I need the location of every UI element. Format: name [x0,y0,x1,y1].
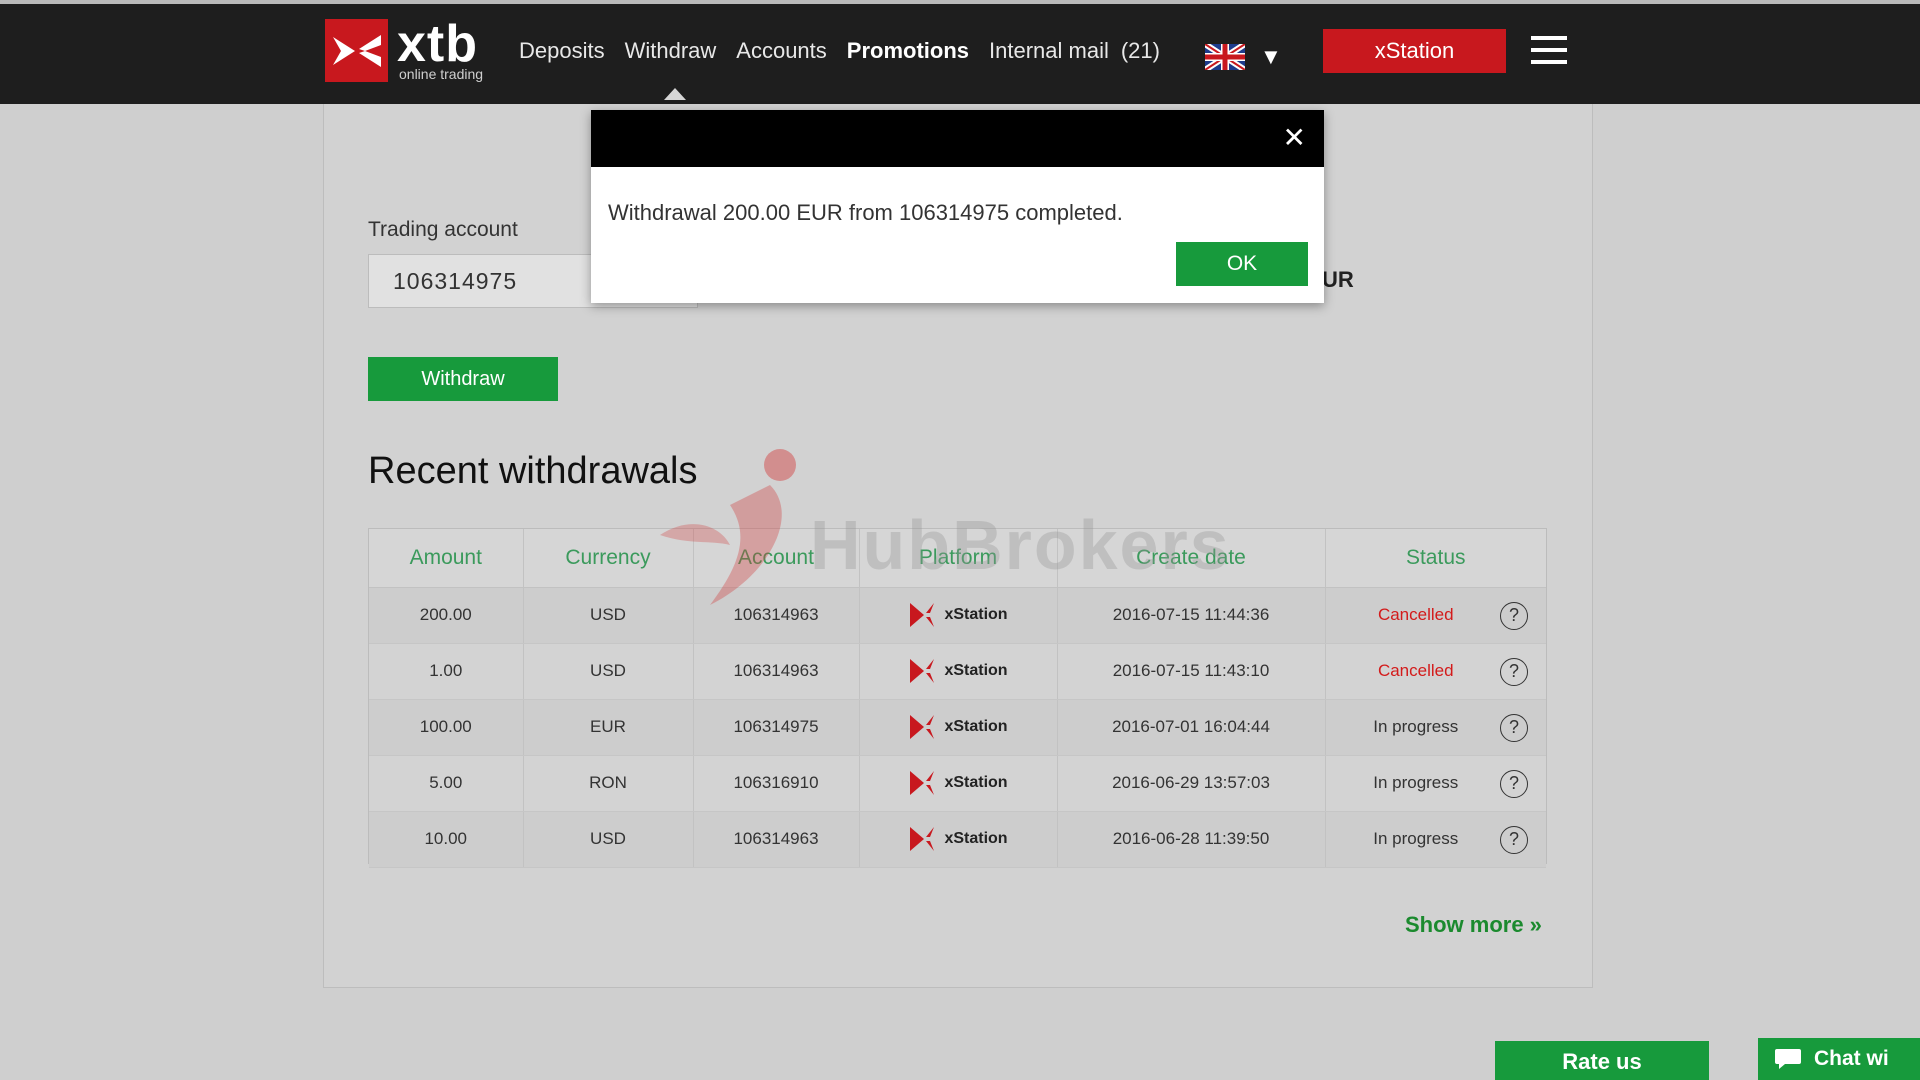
platform-cell: xStation [859,811,1058,868]
currency-suffix: UR [1322,267,1354,292]
xstation-logo-icon [910,827,935,851]
platform-name: xStation [944,662,1008,679]
platform-cell: xStation [859,587,1058,644]
col-currency: Currency [523,529,694,588]
col-create-date: Create date [1057,529,1326,588]
help-icon[interactable]: ? [1500,825,1528,854]
table-row: 1.00 USD 106314963 xStation 2016-07-15 1… [369,643,1546,700]
help-icon[interactable]: ? [1500,657,1528,686]
top-navbar: xtb online trading Deposits Withdraw Acc… [0,4,1920,104]
status-text: In progress [1373,773,1459,792]
table-row: 200.00 USD 106314963 xStation 2016-07-15… [369,587,1546,644]
hamburger-menu-icon[interactable] [1531,36,1567,70]
amount-cell: 10.00 [369,811,524,868]
account-cell: 106314963 [693,811,860,868]
currency-cell: USD [523,587,694,644]
account-cell: 106316910 [693,755,860,812]
withdraw-button[interactable]: Withdraw [368,357,558,401]
platform-cell: xStation [859,755,1058,812]
table-row: 5.00 RON 106316910 xStation 2016-06-29 1… [369,755,1546,812]
table-row: 100.00 EUR 106314975 xStation 2016-07-01… [369,699,1546,756]
status-cell: In progress ? [1325,811,1546,868]
account-cell: 106314975 [693,699,860,756]
withdrawals-table: Amount Currency Account Platform Create … [368,528,1547,868]
xtb-logo-icon[interactable] [325,19,388,82]
xstation-logo-icon [910,771,935,795]
help-icon[interactable]: ? [1500,769,1528,798]
date-cell: 2016-07-01 16:04:44 [1057,699,1326,756]
logo-x-mark-icon [332,34,381,67]
uk-flag-icon[interactable] [1205,44,1245,70]
chat-button[interactable]: Chat wi [1758,1038,1920,1080]
nav-promotions[interactable]: Promotions [847,38,969,64]
table-header-row: Amount Currency Account Platform Create … [369,529,1546,588]
language-dropdown-icon[interactable]: ▼ [1260,44,1282,70]
amount-cell: 1.00 [369,643,524,700]
xstation-logo-icon [910,659,935,683]
nav-withdraw[interactable]: Withdraw [625,38,717,64]
chat-label: Chat wi [1814,1047,1889,1070]
status-cell: In progress ? [1325,755,1546,812]
ok-button[interactable]: OK [1176,242,1308,286]
col-status: Status [1325,529,1546,588]
col-amount: Amount [369,529,524,588]
date-cell: 2016-06-29 13:57:03 [1057,755,1326,812]
currency-cell: EUR [523,699,694,756]
help-icon[interactable]: ? [1500,601,1528,630]
platform-cell: xStation [859,643,1058,700]
platform-name: xStation [944,718,1008,735]
nav-internal-mail[interactable]: Internal mail [989,38,1109,64]
platform-name: xStation [944,830,1008,847]
chat-bubble-icon [1775,1049,1801,1069]
modal-header: ✕ [591,110,1324,167]
mail-count-badge[interactable]: (21) [1121,38,1160,64]
status-text: Cancelled [1377,661,1454,680]
amount-cell: 100.00 [369,699,524,756]
amount-cell: 5.00 [369,755,524,812]
platform-cell: xStation [859,699,1058,756]
xstation-button[interactable]: xStation [1323,29,1506,73]
col-account: Account [693,529,860,588]
amount-cell: 200.00 [369,587,524,644]
currency-cell: RON [523,755,694,812]
status-cell: Cancelled ? [1325,643,1546,700]
main-nav: Deposits Withdraw Accounts Promotions In… [519,38,1180,64]
modal-message: Withdrawal 200.00 EUR from 106314975 com… [608,200,1123,225]
status-text: In progress [1373,717,1459,736]
logo-wordmark[interactable]: xtb [397,18,478,70]
status-cell: In progress ? [1325,699,1546,756]
account-cell: 106314963 [693,587,860,644]
currency-cell: USD [523,811,694,868]
status-cell: Cancelled ? [1325,587,1546,644]
status-text: Cancelled [1377,605,1454,624]
status-text: In progress [1373,829,1459,848]
col-platform: Platform [859,529,1058,588]
xstation-logo-icon [910,715,935,739]
account-cell: 106314963 [693,643,860,700]
currency-cell: USD [523,643,694,700]
confirmation-modal: ✕ Withdrawal 200.00 EUR from 106314975 c… [591,110,1324,303]
platform-name: xStation [944,606,1008,623]
platform-name: xStation [944,774,1008,791]
xstation-logo-icon [910,603,935,627]
nav-deposits[interactable]: Deposits [519,38,605,64]
date-cell: 2016-07-15 11:43:10 [1057,643,1326,700]
date-cell: 2016-06-28 11:39:50 [1057,811,1326,868]
show-more-link[interactable]: Show more » [1405,912,1542,938]
trading-account-label: Trading account [368,218,518,241]
nav-accounts[interactable]: Accounts [736,38,827,64]
recent-withdrawals-title: Recent withdrawals [368,450,698,492]
table-row: 10.00 USD 106314963 xStation 2016-06-28 … [369,811,1546,868]
date-cell: 2016-07-15 11:44:36 [1057,587,1326,644]
logo-tagline: online trading [399,66,484,82]
rate-us-button[interactable]: Rate us [1495,1041,1709,1080]
help-icon[interactable]: ? [1500,713,1528,742]
close-icon[interactable]: ✕ [1283,123,1306,153]
active-nav-indicator [664,88,686,100]
